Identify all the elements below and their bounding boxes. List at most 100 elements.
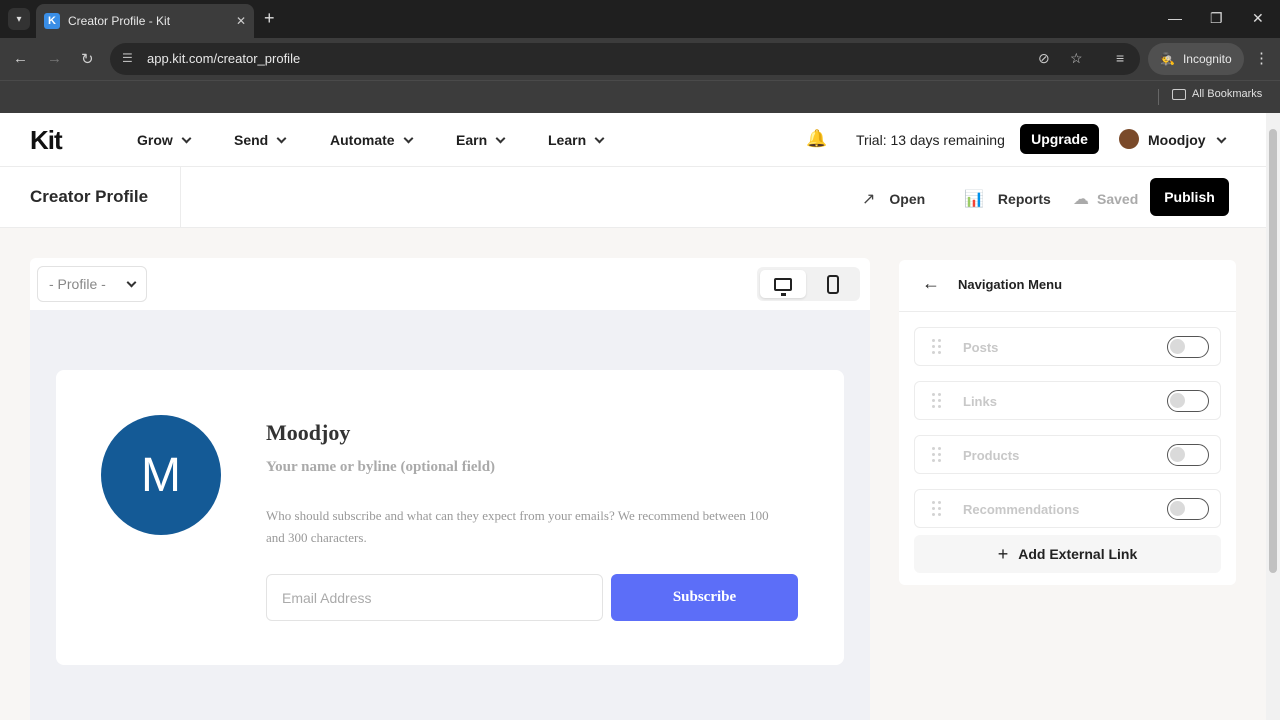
incognito-badge[interactable]: 🕵 Incognito bbox=[1148, 43, 1244, 75]
nav-earn-label: Earn bbox=[456, 132, 488, 148]
drag-handle-icon[interactable] bbox=[932, 393, 942, 409]
menu-item-products[interactable]: Products bbox=[914, 435, 1221, 474]
folder-icon bbox=[1172, 88, 1186, 100]
chevron-down-icon bbox=[126, 277, 137, 287]
page-toolbar: Creator Profile ↗ Open 📊 Reports ☁ Saved Pu… bbox=[0, 167, 1266, 228]
mobile-view-button[interactable] bbox=[810, 270, 856, 298]
nav-grow[interactable]: Grow bbox=[137, 132, 192, 148]
forward-icon[interactable]: → bbox=[47, 50, 62, 67]
star-icon[interactable]: ☆ bbox=[1070, 50, 1083, 67]
menu-item-recommendations[interactable]: Recommendations bbox=[914, 489, 1221, 528]
upgrade-button[interactable]: Upgrade bbox=[1020, 124, 1099, 154]
chevron-down-icon bbox=[594, 133, 605, 143]
page-scrollbar[interactable] bbox=[1266, 113, 1280, 720]
url-text: app.kit.com/creator_profile bbox=[147, 51, 301, 66]
browser-tab[interactable]: K Creator Profile - Kit ✕ bbox=[36, 4, 254, 38]
publish-button[interactable]: Publish bbox=[1150, 178, 1229, 216]
profile-description[interactable]: Who should subscribe and what can they e… bbox=[266, 505, 776, 549]
incognito-icon: 🕵 bbox=[1160, 52, 1175, 66]
chevron-down-icon bbox=[181, 133, 192, 143]
nav-automate-label: Automate bbox=[330, 132, 395, 148]
toggle-knob bbox=[1170, 501, 1185, 516]
tab-title: Creator Profile - Kit bbox=[68, 14, 171, 28]
close-window-icon[interactable]: ✕ bbox=[1252, 10, 1264, 27]
menu-item-label: Recommendations bbox=[963, 502, 1080, 517]
menu-item-posts[interactable]: Posts bbox=[914, 327, 1221, 366]
nav-grow-label: Grow bbox=[137, 132, 173, 148]
back-arrow-icon[interactable]: ← bbox=[922, 273, 940, 294]
recommendations-toggle[interactable] bbox=[1167, 498, 1209, 520]
posts-toggle[interactable] bbox=[1167, 336, 1209, 358]
links-toggle[interactable] bbox=[1167, 390, 1209, 412]
email-field[interactable] bbox=[266, 574, 603, 621]
navigation-menu-panel: ← Navigation Menu Posts Links Products R… bbox=[899, 260, 1236, 585]
add-external-link-button[interactable]: + Add External Link bbox=[914, 535, 1221, 573]
desktop-view-button[interactable] bbox=[760, 270, 806, 298]
nav-automate[interactable]: Automate bbox=[330, 132, 414, 148]
toolbar-divider bbox=[180, 167, 181, 228]
open-button[interactable]: ↗ Open bbox=[862, 189, 925, 209]
preview-toolbar: - Profile - bbox=[30, 258, 870, 310]
browser-tab-strip: ▾ K Creator Profile - Kit ✕ + — ❐ ✕ bbox=[0, 0, 1280, 38]
minimize-icon[interactable]: — bbox=[1168, 10, 1182, 26]
toggle-knob bbox=[1170, 339, 1185, 354]
all-bookmarks-label: All Bookmarks bbox=[1192, 88, 1263, 100]
panel-header: ← Navigation Menu bbox=[899, 260, 1236, 312]
nav-earn[interactable]: Earn bbox=[456, 132, 506, 148]
add-link-label: Add External Link bbox=[1018, 546, 1138, 562]
avatar[interactable] bbox=[1119, 129, 1139, 149]
kit-favicon-icon: K bbox=[44, 13, 60, 29]
address-bar[interactable]: ☰ app.kit.com/creator_profile ⊘ ☆ ≡ bbox=[110, 43, 1140, 75]
bar-chart-icon: 📊 bbox=[964, 191, 984, 208]
bell-icon[interactable]: 🔔 bbox=[806, 129, 827, 149]
restore-icon[interactable]: ❐ bbox=[1210, 10, 1223, 27]
app-header: Kit Grow Send Automate Earn Learn 🔔 Tria… bbox=[0, 113, 1266, 167]
page-select[interactable]: - Profile - bbox=[37, 266, 147, 302]
media-icon[interactable]: ≡ bbox=[1116, 50, 1124, 66]
open-label: Open bbox=[889, 191, 926, 207]
all-bookmarks[interactable]: All Bookmarks bbox=[1172, 88, 1262, 100]
kit-logo[interactable]: Kit bbox=[30, 125, 63, 156]
profile-card: M Moodjoy Your name or byline (optional … bbox=[56, 370, 844, 665]
nav-send[interactable]: Send bbox=[234, 132, 287, 148]
profile-name[interactable]: Moodjoy bbox=[266, 420, 350, 446]
menu-item-links[interactable]: Links bbox=[914, 381, 1221, 420]
back-icon[interactable]: ← bbox=[13, 50, 28, 67]
drag-handle-icon[interactable] bbox=[932, 339, 942, 355]
bookmarks-separator bbox=[1158, 89, 1159, 105]
chevron-down-icon bbox=[495, 133, 506, 143]
drag-handle-icon[interactable] bbox=[932, 501, 942, 517]
site-info-icon[interactable]: ☰ bbox=[122, 51, 133, 65]
eye-off-icon[interactable]: ⊘ bbox=[1038, 50, 1050, 67]
plus-icon: + bbox=[997, 543, 1009, 564]
nav-learn-label: Learn bbox=[548, 132, 587, 148]
browser-menu-icon[interactable]: ⋮ bbox=[1254, 49, 1269, 67]
close-tab-icon[interactable]: ✕ bbox=[236, 14, 246, 28]
subscribe-button[interactable]: Subscribe bbox=[611, 574, 798, 621]
saved-status: ☁ Saved bbox=[1073, 189, 1138, 209]
trial-status: Trial: 13 days remaining bbox=[856, 132, 1005, 148]
reports-button[interactable]: 📊 Reports bbox=[964, 189, 1051, 209]
tab-search-button[interactable]: ▾ bbox=[8, 8, 30, 30]
panel-title: Navigation Menu bbox=[958, 277, 1063, 292]
products-toggle[interactable] bbox=[1167, 444, 1209, 466]
device-toggle bbox=[757, 267, 860, 301]
scrollbar-thumb[interactable] bbox=[1269, 129, 1277, 573]
reload-icon[interactable]: ↻ bbox=[81, 50, 94, 68]
menu-item-label: Links bbox=[963, 394, 997, 409]
profile-preview: M Moodjoy Your name or byline (optional … bbox=[30, 310, 870, 720]
new-tab-icon[interactable]: + bbox=[264, 9, 275, 27]
toggle-knob bbox=[1170, 447, 1185, 462]
saved-label: Saved bbox=[1097, 191, 1139, 207]
nav-send-label: Send bbox=[234, 132, 269, 148]
drag-handle-icon[interactable] bbox=[932, 447, 942, 463]
arrow-up-right-icon: ↗ bbox=[862, 191, 876, 208]
page-select-value: - Profile - bbox=[49, 276, 106, 292]
chevron-down-icon bbox=[1216, 133, 1226, 143]
profile-avatar[interactable]: M bbox=[101, 415, 221, 535]
user-menu[interactable]: Moodjoy bbox=[1148, 132, 1226, 148]
nav-learn[interactable]: Learn bbox=[548, 132, 605, 148]
user-name: Moodjoy bbox=[1148, 132, 1206, 148]
toggle-knob bbox=[1170, 393, 1185, 408]
profile-byline[interactable]: Your name or byline (optional field) bbox=[266, 459, 495, 476]
